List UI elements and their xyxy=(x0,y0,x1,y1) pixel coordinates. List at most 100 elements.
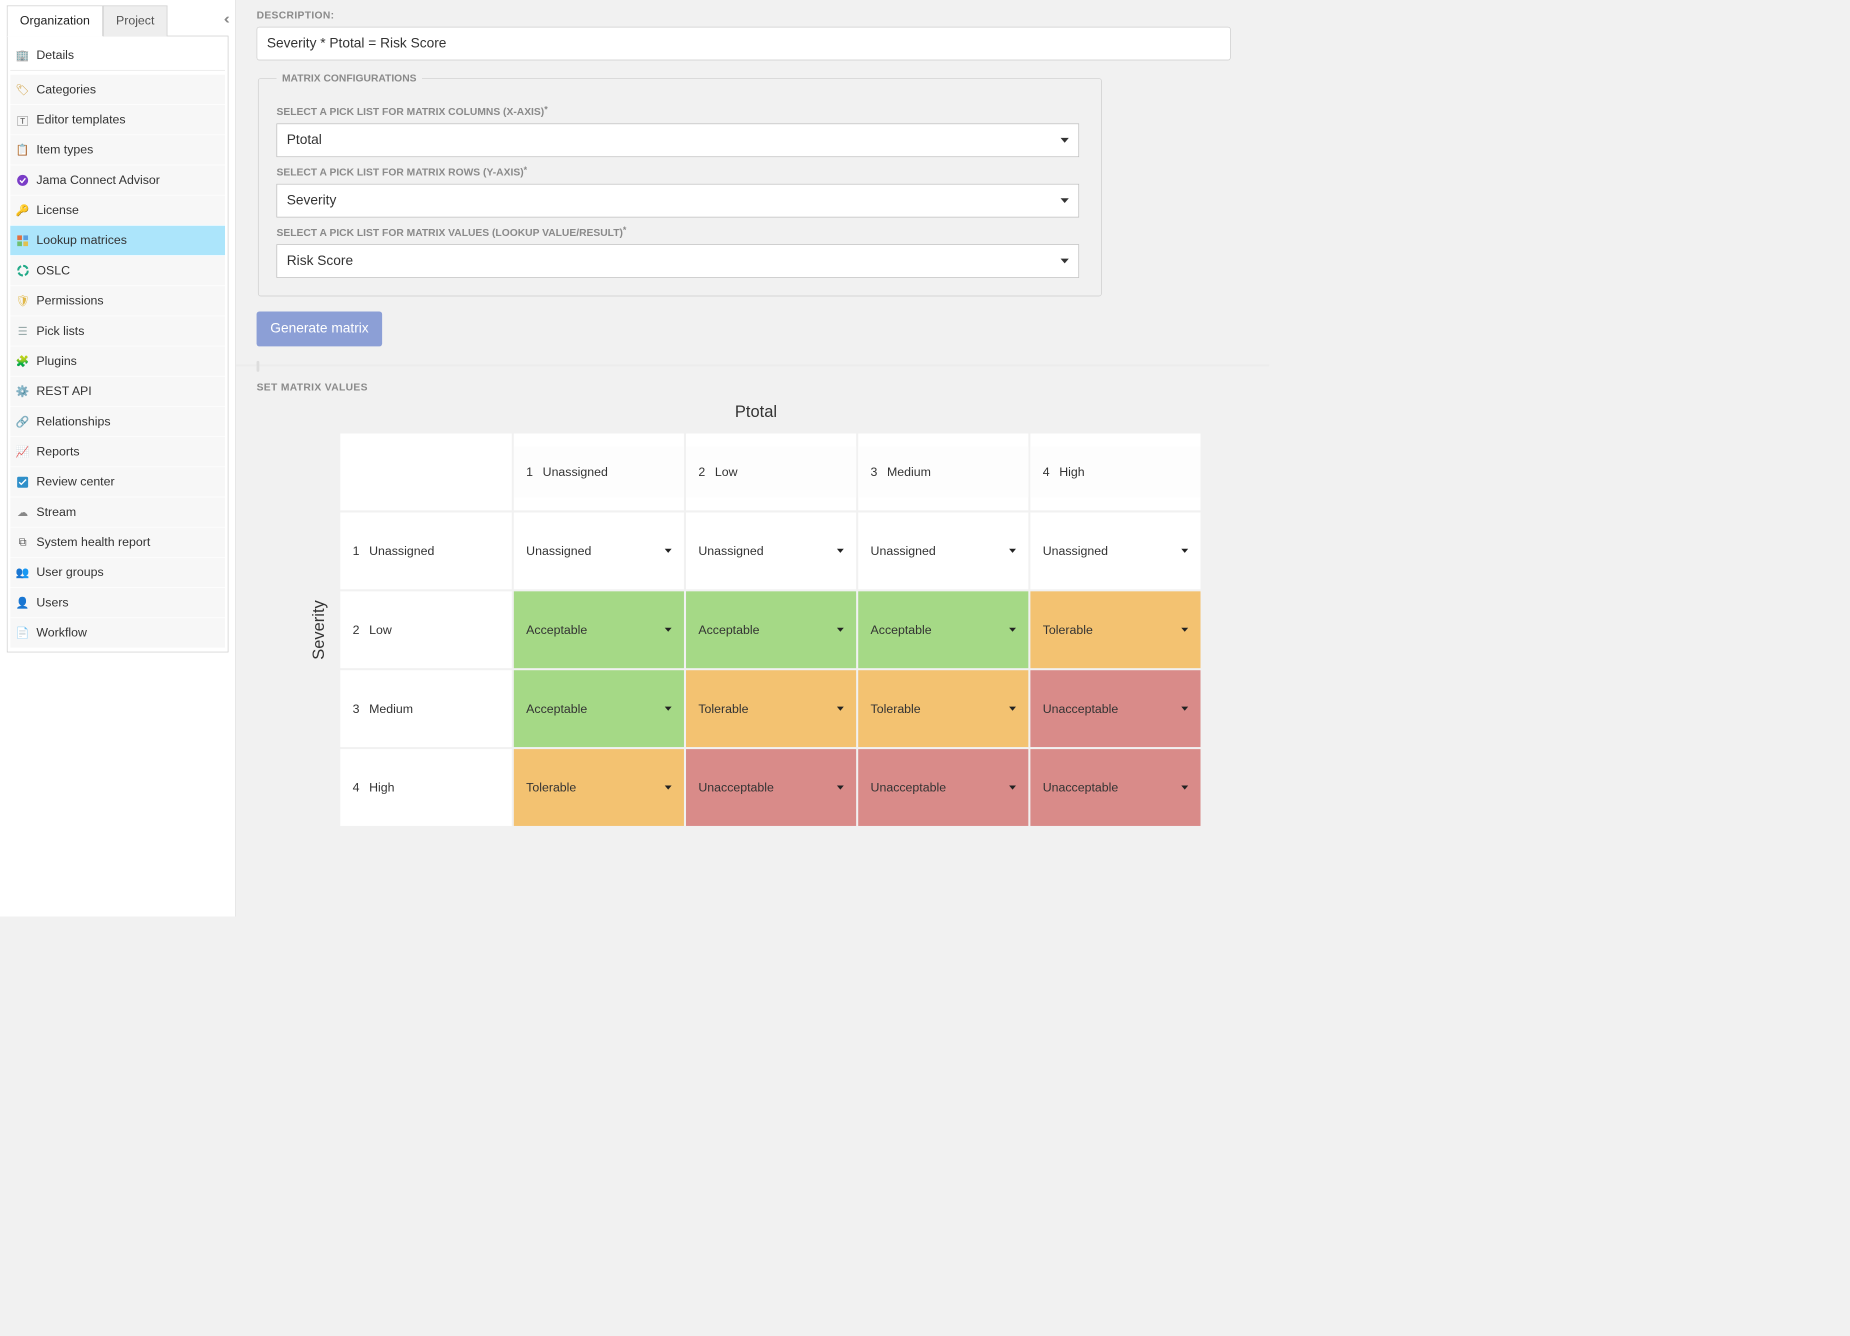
chevron-down-icon xyxy=(665,785,672,789)
values-select-value: Risk Score xyxy=(287,253,353,269)
sidebar-item-user-groups[interactable]: 👥 User groups xyxy=(10,558,225,587)
rows-select[interactable]: Severity xyxy=(276,184,1079,218)
matrix-cell-value: Acceptable xyxy=(526,701,587,715)
columns-select[interactable]: Ptotal xyxy=(276,123,1079,157)
matrix-cell[interactable]: Tolerable xyxy=(858,670,1028,747)
matrix-cell[interactable]: Tolerable xyxy=(686,670,856,747)
key-icon: 🔑 xyxy=(16,203,30,217)
sidebar-item-plugins[interactable]: 🧩 Plugins xyxy=(10,346,225,375)
sidebar-item-permissions[interactable]: 🛡 Permissions xyxy=(10,286,225,315)
item-types-icon: 📋 xyxy=(16,143,30,157)
chevron-down-icon xyxy=(837,628,844,632)
sidebar-item-stream[interactable]: ☁ Stream xyxy=(10,497,225,526)
advisor-icon xyxy=(16,173,30,187)
matrix-cell-value: Acceptable xyxy=(698,623,759,637)
matrix-col-header: 2Low xyxy=(686,447,856,498)
sidebar-item-editor-templates[interactable]: 🅃 Editor templates xyxy=(10,105,225,134)
workflow-icon: 📄 xyxy=(16,626,30,640)
sidebar-item-system-health[interactable]: ⧉ System health report xyxy=(10,528,225,557)
matrix-configurations: MATRIX CONFIGURATIONS SELECT A PICK LIST… xyxy=(258,73,1102,297)
sidebar-item-item-types[interactable]: 📋 Item types xyxy=(10,135,225,164)
matrix-cell[interactable]: Unacceptable xyxy=(686,749,856,826)
sidebar-item-users[interactable]: 👤 Users xyxy=(10,588,225,617)
collapse-sidebar-icon[interactable]: ‹‹ xyxy=(224,5,226,27)
health-icon: ⧉ xyxy=(16,535,30,549)
sidebar-item-label: User groups xyxy=(36,565,103,579)
matrix-cell-value: Acceptable xyxy=(871,623,932,637)
sidebar-item-oslc[interactable]: OSLC xyxy=(10,256,225,285)
sidebar-item-label: Reports xyxy=(36,445,79,459)
sidebar-item-label: Details xyxy=(36,48,74,62)
matrix-cell[interactable]: Unacceptable xyxy=(1030,670,1200,747)
matrix-row-header: 4High xyxy=(340,749,512,826)
chevron-down-icon xyxy=(665,549,672,553)
generate-matrix-button[interactable]: Generate matrix xyxy=(257,311,383,346)
matrix-cell[interactable]: Unassigned xyxy=(858,512,1028,589)
matrix-cell[interactable]: Unacceptable xyxy=(858,749,1028,826)
gear-icon: ⚙️ xyxy=(16,385,30,399)
matrix-cell[interactable]: Acceptable xyxy=(858,591,1028,668)
description-input[interactable] xyxy=(257,27,1231,61)
main-content: DESCRIPTION: MATRIX CONFIGURATIONS SELEC… xyxy=(236,0,1269,916)
sidebar-item-reports[interactable]: 📈 Reports xyxy=(10,437,225,466)
matrix-cell-value: Unacceptable xyxy=(1043,780,1119,794)
matrix-cell[interactable]: Tolerable xyxy=(514,749,684,826)
matrix-cell-value: Unacceptable xyxy=(1043,701,1119,715)
sidebar-item-label: REST API xyxy=(36,384,91,398)
review-icon xyxy=(16,475,30,489)
sidebar-item-categories[interactable]: 🏷 Categories xyxy=(10,75,225,104)
description-label: DESCRIPTION: xyxy=(257,10,1256,22)
sidebar-item-label: Plugins xyxy=(36,354,77,368)
sidebar-item-rest-api[interactable]: ⚙️ REST API xyxy=(10,377,225,406)
chevron-down-icon xyxy=(1009,549,1016,553)
values-label: SELECT A PICK LIST FOR MATRIX VALUES (LO… xyxy=(276,227,1083,239)
matrix-cell[interactable]: Tolerable xyxy=(1030,591,1200,668)
chevron-down-icon xyxy=(837,785,844,789)
sidebar-item-relationships[interactable]: 🔗 Relationships xyxy=(10,407,225,436)
sidebar-item-lookup-matrices[interactable]: Lookup matrices xyxy=(10,226,225,255)
matrix-cell[interactable]: Acceptable xyxy=(686,591,856,668)
matrix-cell[interactable]: Unassigned xyxy=(1030,512,1200,589)
chevron-down-icon xyxy=(665,628,672,632)
sidebar-item-label: Categories xyxy=(36,82,96,96)
matrix-cell[interactable]: Unassigned xyxy=(686,512,856,589)
details-icon: 🏢 xyxy=(16,48,30,62)
rows-select-value: Severity xyxy=(287,193,337,209)
matrix-x-title: Ptotal xyxy=(735,403,777,422)
chevron-down-icon xyxy=(1181,785,1188,789)
groups-icon: 👥 xyxy=(16,566,30,580)
matrix-cell[interactable]: Unassigned xyxy=(514,512,684,589)
sidebar-item-label: Review center xyxy=(36,475,114,489)
chevron-down-icon xyxy=(837,707,844,711)
sidebar-item-workflow[interactable]: 📄 Workflow xyxy=(10,618,225,647)
sidebar-item-label: Stream xyxy=(36,505,76,519)
sidebar-item-label: Editor templates xyxy=(36,113,125,127)
tab-project[interactable]: Project xyxy=(103,5,168,36)
matrix-cell-value: Tolerable xyxy=(526,780,576,794)
sidebar-item-label: Users xyxy=(36,595,68,609)
matrix-cell-value: Unacceptable xyxy=(871,780,947,794)
matrix-cell-value: Tolerable xyxy=(698,701,748,715)
tab-organization[interactable]: Organization xyxy=(7,5,103,36)
sidebar-item-pick-lists[interactable]: ☰ Pick lists xyxy=(10,316,225,345)
chevron-down-icon xyxy=(1061,138,1069,143)
sidebar-item-jama-advisor[interactable]: Jama Connect Advisor xyxy=(10,165,225,194)
sidebar-nav: 🏢 Details 🏷 Categories 🅃 Editor template… xyxy=(7,36,229,653)
matrix-col-header: 3Medium xyxy=(858,447,1028,498)
matrix-cell[interactable]: Acceptable xyxy=(514,670,684,747)
sidebar-item-label: Permissions xyxy=(36,294,103,308)
sidebar-item-review-center[interactable]: Review center xyxy=(10,467,225,496)
chevron-down-icon xyxy=(1009,707,1016,711)
link-icon: 🔗 xyxy=(16,415,30,429)
matrix-cell[interactable]: Unacceptable xyxy=(1030,749,1200,826)
matrix-row-header: 3Medium xyxy=(340,670,512,747)
sidebar-item-label: System health report xyxy=(36,535,150,549)
chevron-down-icon xyxy=(1009,628,1016,632)
matrix-cell[interactable]: Acceptable xyxy=(514,591,684,668)
values-select[interactable]: Risk Score xyxy=(276,244,1079,278)
sidebar-item-license[interactable]: 🔑 License xyxy=(10,196,225,225)
puzzle-icon: 🧩 xyxy=(16,354,30,368)
sidebar-item-label: Relationships xyxy=(36,414,110,428)
sidebar-item-details[interactable]: 🏢 Details xyxy=(10,40,225,70)
matrix-cell-value: Unassigned xyxy=(698,544,763,558)
